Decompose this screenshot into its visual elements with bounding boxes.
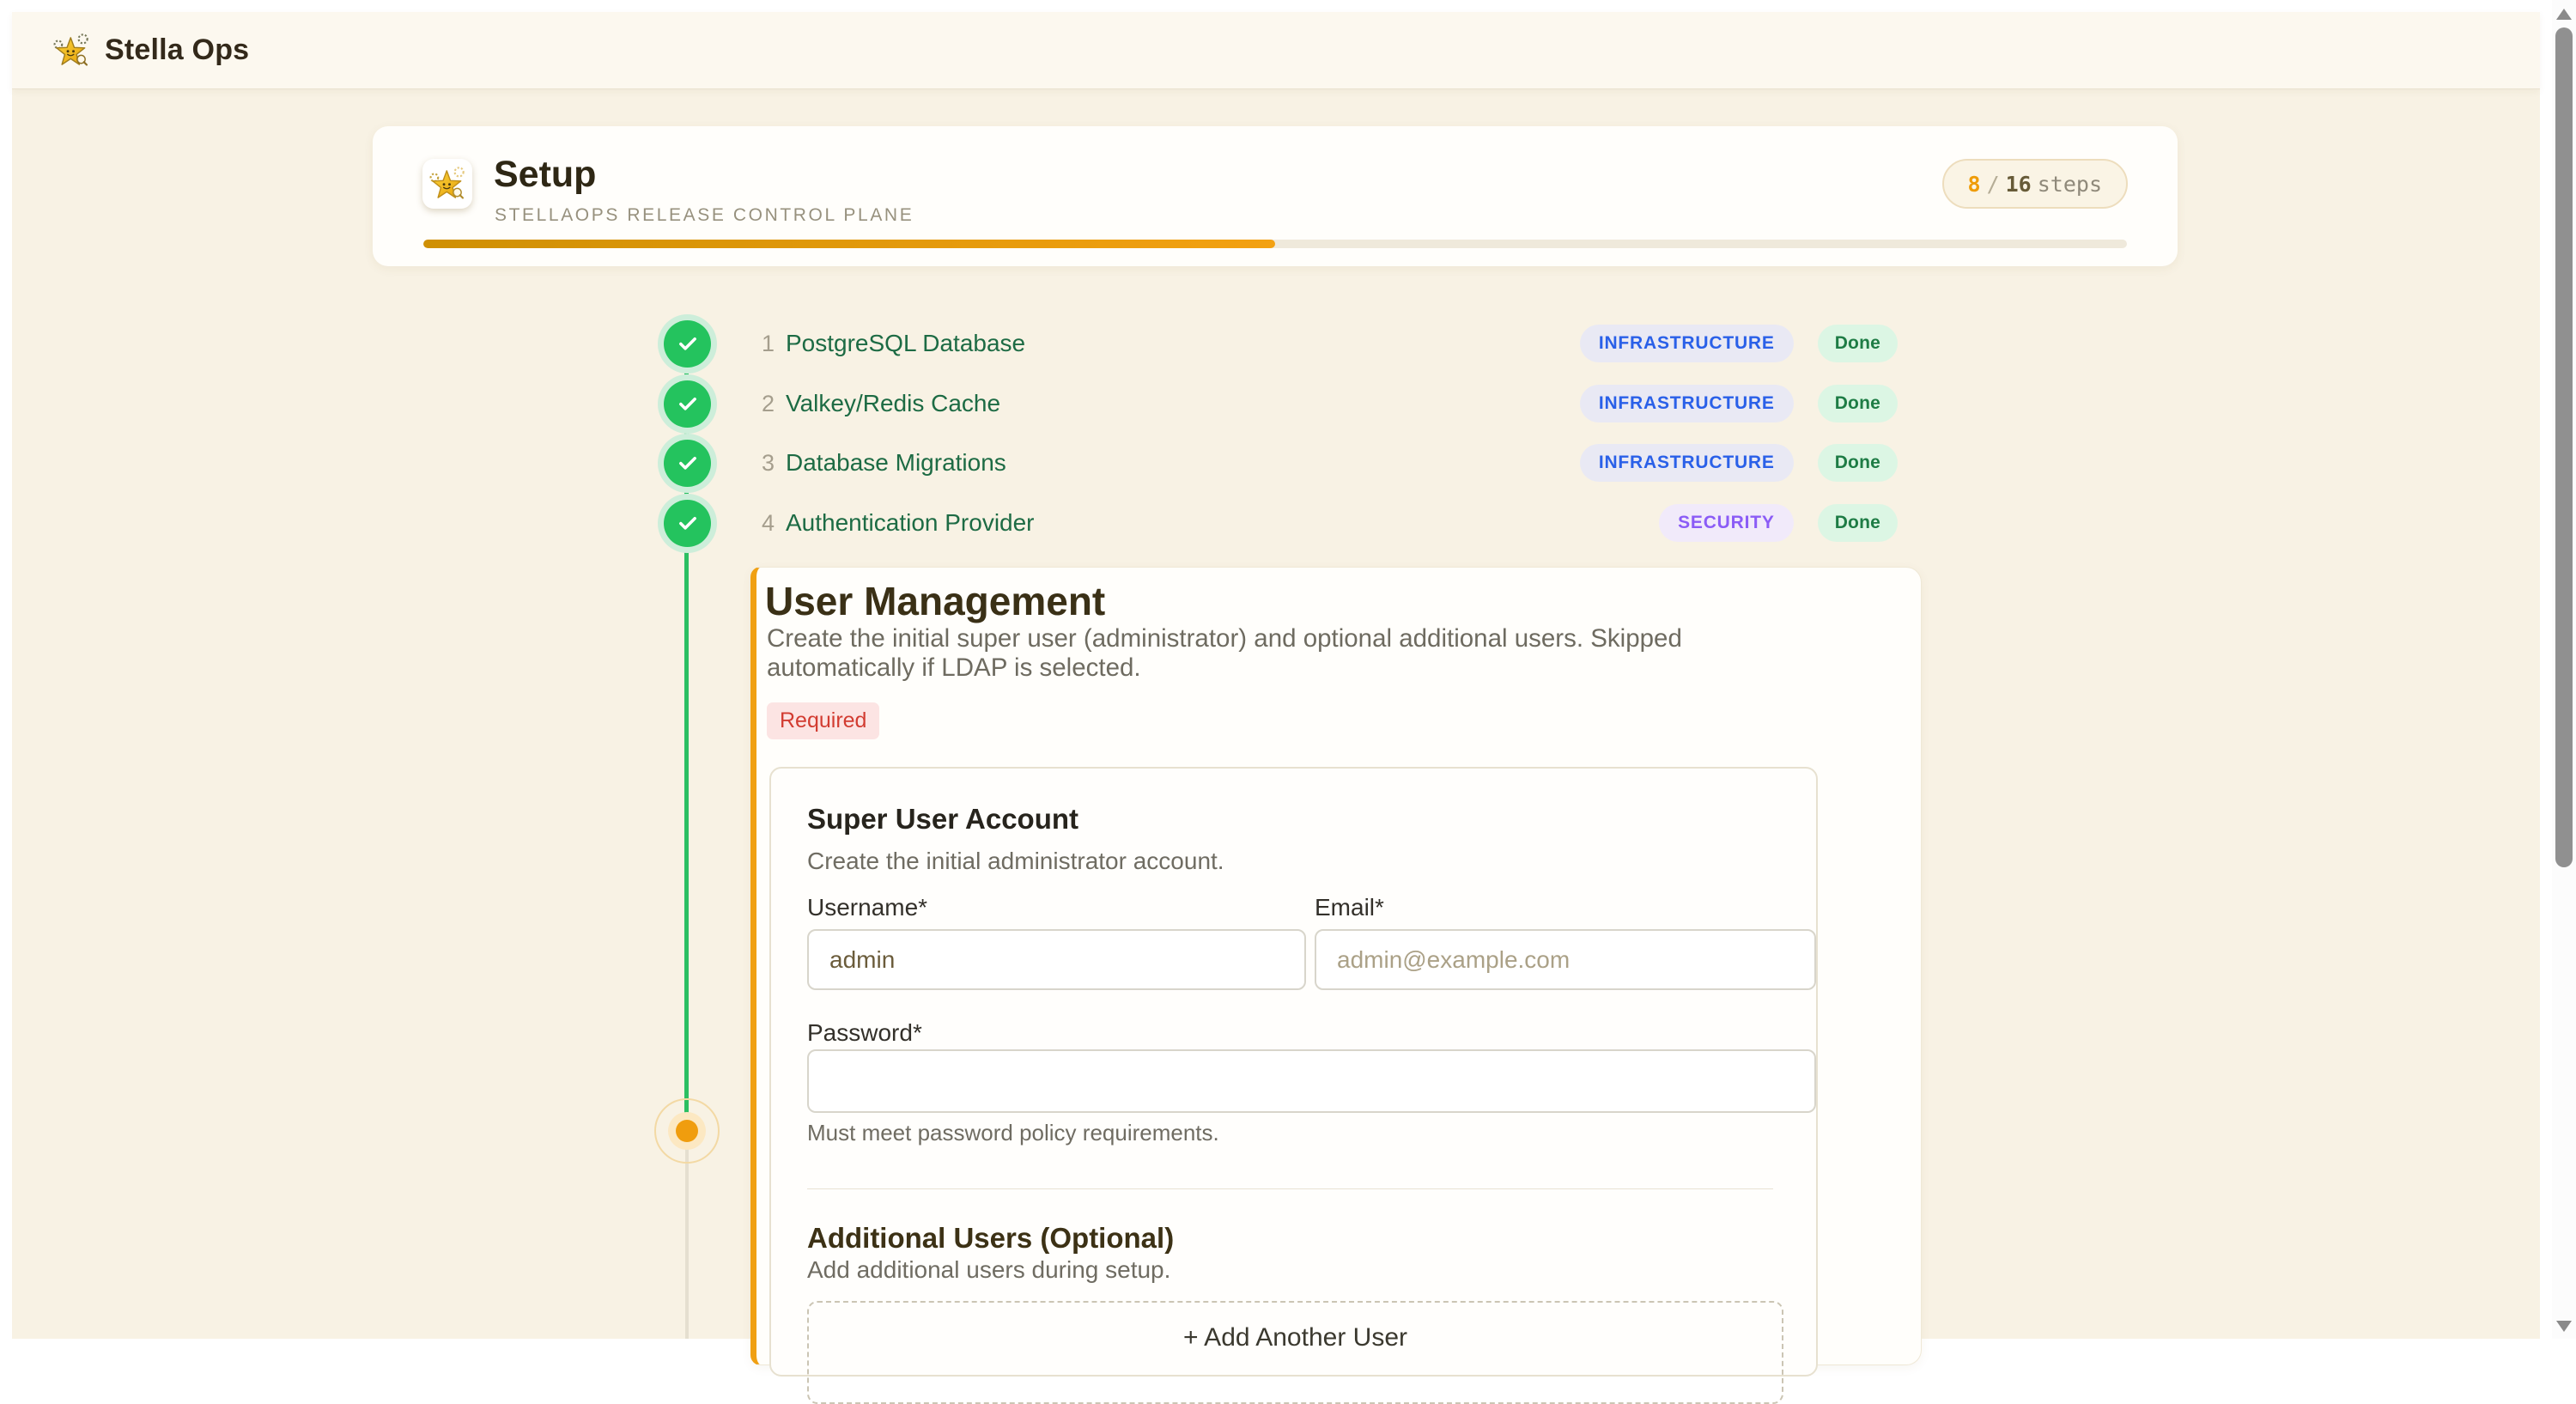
current-step-marker-dot [676, 1120, 698, 1142]
setup-progress-fill [423, 240, 1275, 248]
password-field[interactable] [807, 1049, 1816, 1113]
check-icon [664, 320, 711, 368]
scrollbar-thumb[interactable] [2555, 27, 2573, 867]
steps-total: 16 [2006, 172, 2032, 197]
status-badge: Done [1818, 504, 1898, 542]
step-row-valkey-redis[interactable]: 2 Valkey/Redis Cache INFRASTRUCTURE Done [664, 374, 1898, 434]
current-step-description: Create the initial super user (administr… [767, 624, 1720, 683]
add-another-user-label: + Add Another User [1183, 1323, 1407, 1352]
additional-users-subheading: Add additional users during setup. [807, 1256, 1170, 1284]
super-user-form-card: Super User Account Create the initial ad… [769, 767, 1818, 1377]
section-divider [807, 1188, 1773, 1189]
step-title: Database Migrations [786, 449, 1006, 477]
password-hint: Must meet password policy requirements. [807, 1120, 1219, 1146]
category-badge: INFRASTRUCTURE [1580, 444, 1794, 482]
username-field[interactable] [807, 929, 1306, 990]
category-badge: INFRASTRUCTURE [1580, 385, 1794, 422]
check-icon [664, 440, 711, 487]
setup-subtitle: STELLAOPS RELEASE CONTROL PLANE [495, 205, 914, 226]
super-user-heading: Super User Account [807, 803, 1078, 836]
steps-separator: / [1987, 172, 2000, 197]
step-title: Valkey/Redis Cache [786, 390, 1000, 417]
setup-title: Setup [494, 154, 596, 196]
top-header-bar: Stella Ops [12, 12, 2540, 89]
email-label: Email* [1315, 894, 1384, 921]
steps-count-pill: 8 / 16 steps [1942, 159, 2129, 209]
step-row-authentication-provider[interactable]: 4 Authentication Provider SECURITY Done [664, 493, 1898, 553]
status-badge: Done [1818, 325, 1898, 362]
required-badge: Required [767, 702, 879, 739]
steps-current: 8 [1968, 172, 1981, 197]
scrollbar[interactable] [2552, 0, 2576, 1339]
steps-label: steps [2038, 172, 2102, 197]
step-number: 4 [750, 510, 775, 537]
scroll-up-arrow-icon[interactable] [2556, 9, 2572, 20]
password-label: Password* [807, 1019, 922, 1047]
add-another-user-button[interactable]: + Add Another User [807, 1301, 1783, 1404]
additional-users-heading: Additional Users (Optional) [807, 1222, 1174, 1255]
step-number: 3 [750, 450, 775, 477]
user-management-card: User Management Create the initial super… [750, 567, 1922, 1365]
status-badge: Done [1818, 444, 1898, 482]
email-field[interactable] [1315, 929, 1816, 990]
app-name: Stella Ops [105, 33, 249, 67]
setup-progress-card: Setup STELLAOPS RELEASE CONTROL PLANE 8 … [373, 126, 2178, 266]
step-number: 2 [750, 391, 775, 417]
check-icon [664, 500, 711, 547]
super-user-subheading: Create the initial administrator account… [807, 848, 1224, 875]
setup-progress-track [423, 240, 2127, 248]
category-badge: INFRASTRUCTURE [1580, 325, 1794, 362]
scroll-down-arrow-icon[interactable] [2556, 1321, 2572, 1332]
category-badge: SECURITY [1659, 504, 1794, 542]
setup-app-icon [422, 159, 472, 209]
status-badge: Done [1818, 385, 1898, 422]
step-row-database-migrations[interactable]: 3 Database Migrations INFRASTRUCTURE Don… [664, 433, 1898, 493]
step-title: PostgreSQL Database [786, 330, 1025, 357]
step-number: 1 [750, 331, 775, 357]
step-row-postgresql[interactable]: 1 PostgreSQL Database INFRASTRUCTURE Don… [664, 313, 1898, 374]
step-title: Authentication Provider [786, 509, 1035, 537]
current-step-title: User Management [765, 578, 1105, 624]
check-icon [664, 380, 711, 428]
stella-ops-logo-icon [52, 31, 91, 70]
username-label: Username* [807, 894, 927, 921]
